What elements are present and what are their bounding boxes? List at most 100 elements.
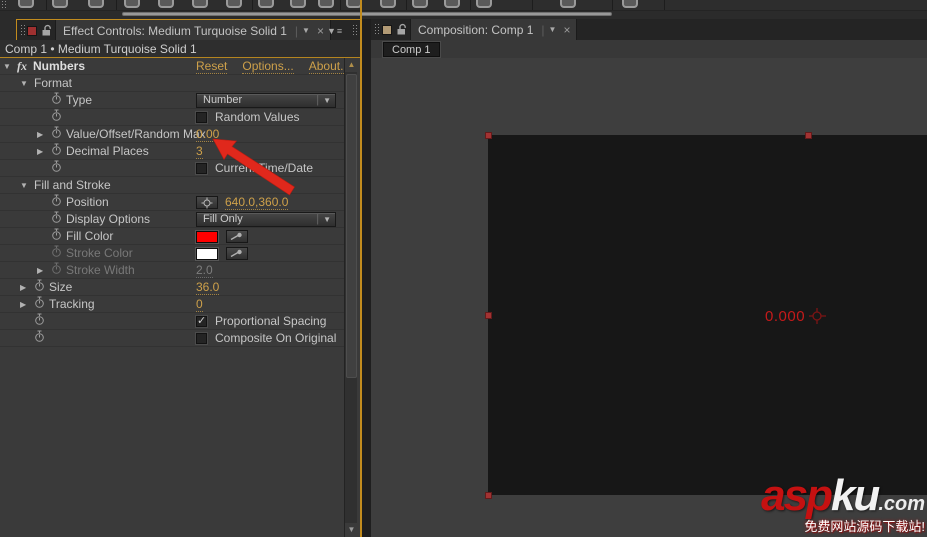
checkbox-proportional-spacing[interactable]: ✓ bbox=[196, 315, 207, 327]
tab-dropdown-icon[interactable]: ▼ bbox=[302, 26, 310, 35]
tool-icon[interactable] bbox=[124, 0, 140, 8]
prop-label: Fill Color bbox=[66, 229, 114, 243]
tool-icon[interactable] bbox=[52, 0, 68, 8]
eyedropper-icon[interactable] bbox=[226, 230, 248, 243]
link-options[interactable]: Options... bbox=[242, 59, 294, 74]
row-fill-and-stroke: ▼ Fill and Stroke bbox=[0, 177, 344, 194]
tool-icon[interactable] bbox=[18, 0, 34, 8]
toolbar-separator bbox=[252, 0, 253, 10]
twirl-closed-icon[interactable]: ▶ bbox=[37, 126, 51, 143]
scrollbar[interactable]: ▲ ▼ bbox=[344, 58, 358, 537]
lock-icon[interactable] bbox=[395, 23, 408, 41]
anchor-point-icon[interactable] bbox=[809, 308, 827, 329]
dropdown-display-options[interactable]: Fill Only | ▼ bbox=[196, 212, 336, 227]
value-decimal-places[interactable]: 3 bbox=[196, 144, 203, 159]
close-icon[interactable]: × bbox=[563, 23, 570, 37]
stopwatch-icon[interactable] bbox=[51, 211, 66, 229]
row-stroke-width: ▶ Stroke Width 2.0 bbox=[0, 262, 344, 279]
twirl-closed-icon[interactable]: ▶ bbox=[20, 296, 34, 313]
stopwatch-icon[interactable] bbox=[51, 92, 66, 110]
twirl-closed-icon[interactable]: ▶ bbox=[37, 143, 51, 160]
tool-icon[interactable] bbox=[380, 0, 396, 8]
close-icon[interactable]: × bbox=[317, 24, 324, 38]
prop-label: Display Options bbox=[66, 212, 151, 226]
tool-icon[interactable] bbox=[88, 0, 104, 8]
row-value-offset-random-max: ▶ Value/Offset/Random Max 0.00 bbox=[0, 126, 344, 143]
row-format: ▼ Format bbox=[0, 75, 344, 92]
dropdown-type[interactable]: Number | ▼ bbox=[196, 93, 336, 108]
twirl-open-icon[interactable]: ▼ bbox=[20, 177, 34, 194]
target-icon[interactable] bbox=[196, 196, 218, 209]
tool-icon[interactable] bbox=[226, 0, 242, 8]
tool-icon[interactable] bbox=[158, 0, 174, 8]
stopwatch-icon[interactable] bbox=[51, 262, 66, 280]
tool-icon[interactable] bbox=[318, 0, 334, 8]
link-reset[interactable]: Reset bbox=[196, 59, 228, 74]
tool-icon[interactable] bbox=[476, 0, 492, 8]
after-effects-window: Effect Controls: Medium Turquoise Solid … bbox=[0, 0, 927, 537]
layer-handle-bottom-left[interactable] bbox=[485, 492, 492, 499]
stopwatch-icon[interactable] bbox=[51, 194, 66, 212]
scrollbar-thumb[interactable] bbox=[346, 74, 357, 378]
stopwatch-icon[interactable] bbox=[34, 296, 49, 314]
comp-flowchart-button[interactable]: Comp 1 bbox=[383, 42, 440, 57]
tool-icon[interactable] bbox=[622, 0, 638, 8]
row-effect-numbers: ▼ fx Numbers Reset Options... About... bbox=[0, 58, 351, 75]
value-tracking[interactable]: 0 bbox=[196, 297, 203, 312]
stopwatch-icon[interactable] bbox=[51, 126, 66, 144]
scroll-down-icon[interactable]: ▼ bbox=[345, 523, 358, 537]
twirl-closed-icon[interactable]: ▶ bbox=[20, 279, 34, 296]
checkbox-current-time-date[interactable] bbox=[196, 163, 207, 174]
stopwatch-icon[interactable] bbox=[51, 228, 66, 246]
checkbox-random-values[interactable] bbox=[196, 112, 207, 123]
layer-handle-top-center[interactable] bbox=[805, 132, 812, 139]
effect-name: Numbers bbox=[33, 59, 86, 73]
twirl-closed-icon[interactable]: ▶ bbox=[37, 262, 51, 279]
stopwatch-icon[interactable] bbox=[51, 109, 66, 127]
tool-icon[interactable] bbox=[192, 0, 208, 8]
row-size: ▶ Size 36.0 bbox=[0, 279, 344, 296]
stopwatch-icon[interactable] bbox=[34, 330, 49, 348]
panel-color-icon bbox=[27, 26, 37, 36]
stopwatch-icon[interactable] bbox=[34, 313, 49, 331]
color-swatch-fill-color[interactable] bbox=[196, 230, 218, 243]
tool-icon[interactable] bbox=[444, 0, 460, 8]
eyedropper-icon[interactable] bbox=[226, 247, 248, 260]
dock-corner bbox=[0, 19, 17, 41]
color-swatch-stroke-color[interactable] bbox=[196, 247, 218, 260]
value-position[interactable]: 640.0,360.0 bbox=[225, 195, 289, 210]
stopwatch-icon[interactable] bbox=[51, 245, 66, 263]
toolbar-grip-icon[interactable] bbox=[1, 0, 7, 10]
panel-divider[interactable] bbox=[362, 19, 371, 537]
layer-handle-top-left[interactable] bbox=[485, 132, 492, 139]
panel-grip-icon[interactable] bbox=[352, 24, 357, 37]
panel-grip-icon[interactable] bbox=[20, 24, 25, 37]
layer-handle-left-center[interactable] bbox=[485, 312, 492, 319]
row-display-options: Display Options Fill Only | ▼ bbox=[0, 211, 344, 228]
stopwatch-icon[interactable] bbox=[51, 160, 66, 178]
twirl-open-icon[interactable]: ▼ bbox=[20, 75, 34, 92]
tab-effect-controls[interactable]: Effect Controls: Medium Turquoise Solid … bbox=[55, 20, 331, 41]
tool-icon[interactable] bbox=[258, 0, 274, 8]
scroll-up-icon[interactable]: ▲ bbox=[345, 58, 358, 72]
row-position: Position 640.0,360.0 bbox=[0, 194, 344, 211]
checkbox-label: Proportional Spacing bbox=[215, 314, 327, 328]
checkbox-composite-on-original[interactable] bbox=[196, 333, 207, 344]
panel-menu-icon[interactable]: ▼≡ bbox=[327, 26, 343, 36]
tool-icon[interactable] bbox=[560, 0, 576, 8]
stopwatch-icon[interactable] bbox=[34, 279, 49, 297]
chevron-down-icon: ▼ bbox=[323, 96, 331, 105]
tool-icon[interactable] bbox=[412, 0, 428, 8]
prop-label: Stroke Width bbox=[66, 263, 135, 277]
value-value-offset-random-max[interactable]: 0.00 bbox=[196, 127, 220, 142]
composition-viewer[interactable]: 0.000 aspku.com 免费网站源码下载站! bbox=[371, 58, 927, 537]
twirl-open-icon[interactable]: ▼ bbox=[3, 58, 17, 75]
stopwatch-icon[interactable] bbox=[51, 143, 66, 161]
value-stroke-width[interactable]: 2.0 bbox=[196, 263, 213, 278]
tab-dropdown-icon[interactable]: ▼ bbox=[549, 25, 557, 34]
value-size[interactable]: 36.0 bbox=[196, 280, 220, 295]
panel-grip-icon[interactable] bbox=[374, 23, 379, 36]
tool-icon[interactable] bbox=[290, 0, 306, 8]
solid-layer[interactable] bbox=[488, 135, 927, 495]
tab-composition[interactable]: Composition: Comp 1 | ▼ × bbox=[410, 19, 578, 40]
